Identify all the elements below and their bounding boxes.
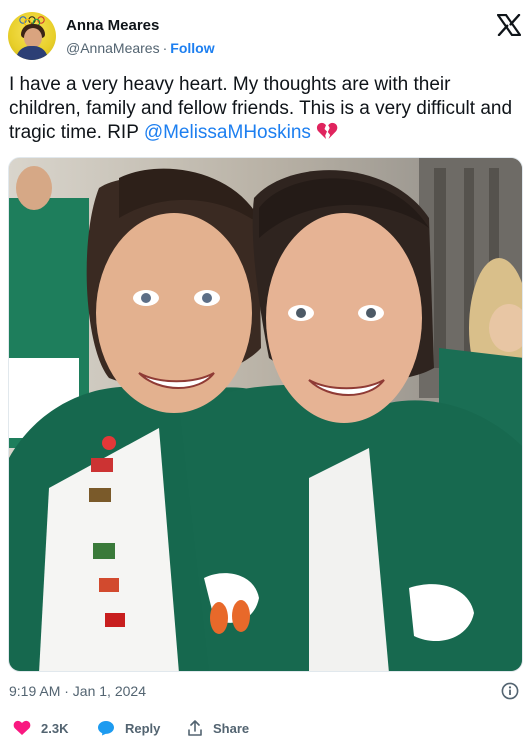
x-logo-icon[interactable] [497,14,521,36]
info-icon[interactable] [501,682,519,700]
heart-icon [13,720,31,735]
mention-link[interactable]: @MelissaMHoskins [144,122,311,143]
separator-dot: · [162,40,168,56]
share-button[interactable]: Share [187,720,249,736]
follow-button[interactable]: Follow [170,40,214,56]
tweet-text: I have a very heavy heart. My thoughts a… [9,73,524,145]
author-handle[interactable]: @AnnaMeares [66,40,160,56]
author-handle-row: @AnnaMeares · Follow [66,40,215,56]
avatar-face [24,28,42,48]
reply-label: Reply [125,720,161,736]
share-icon [188,720,202,736]
avatar-body [16,46,48,60]
like-count: 2.3K [41,720,69,736]
reply-button[interactable]: Reply [97,720,160,736]
tweet-photo[interactable] [8,157,523,672]
reply-bubble-icon [98,721,114,736]
avatar[interactable] [8,12,56,60]
tweet-timestamp[interactable]: 9:19 AM · Jan 1, 2024 [9,683,146,699]
author-name[interactable]: Anna Meares [66,17,159,34]
share-label: Share [213,720,250,736]
tweet-header: Anna Meares @AnnaMeares · Follow [8,10,521,64]
broken-heart-icon [317,122,338,139]
tweet-actions: 2.3K Reply Share [9,720,524,736]
tweet-card: Anna Meares @AnnaMeares · Follow I have a … [0,0,529,736]
photo-image [9,158,522,671]
like-button[interactable]: 2.3K [13,720,68,736]
